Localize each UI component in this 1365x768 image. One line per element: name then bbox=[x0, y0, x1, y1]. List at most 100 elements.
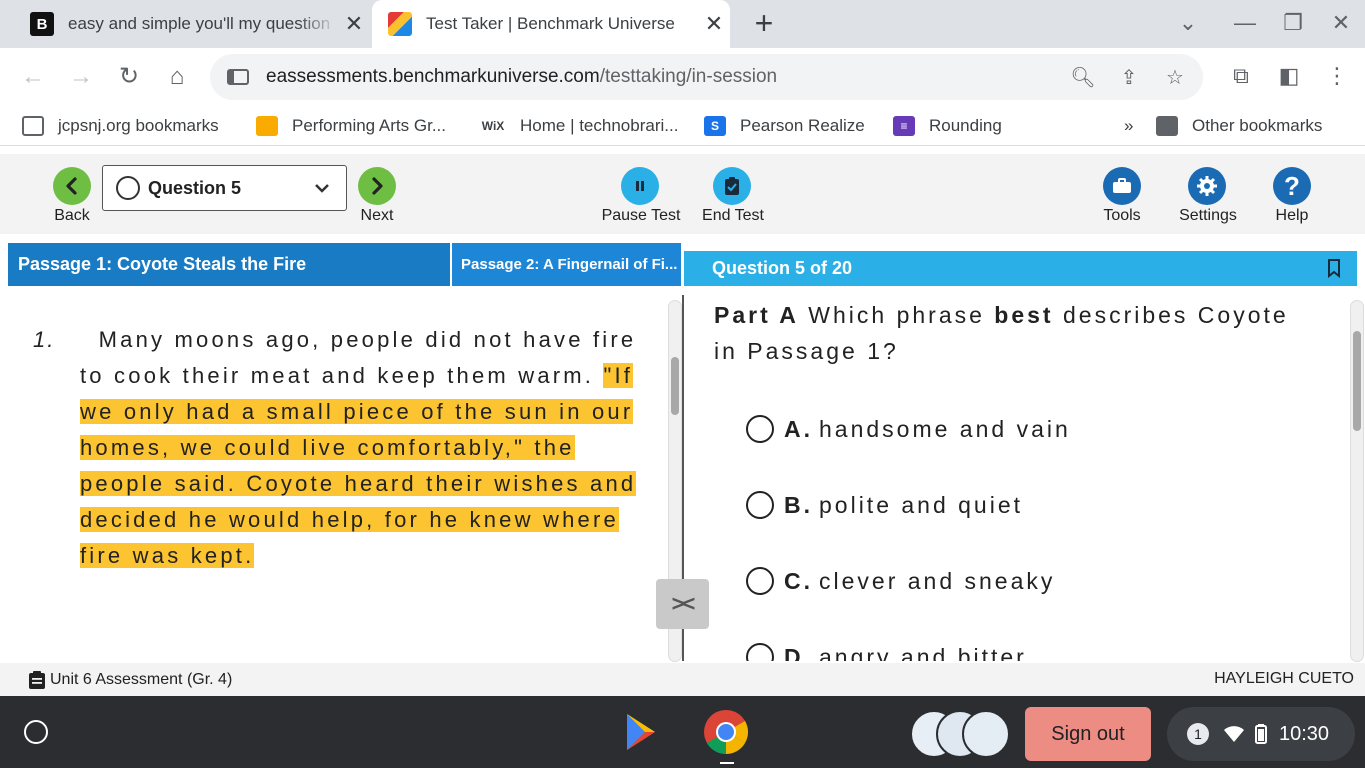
passage-tab-1[interactable]: Passage 1: Coyote Steals the Fire bbox=[8, 243, 450, 286]
classroom-icon bbox=[256, 116, 278, 136]
notification-count-badge: 1 bbox=[1187, 723, 1209, 745]
tools-label: Tools bbox=[1103, 207, 1141, 224]
passage-scrollbar-thumb[interactable] bbox=[671, 357, 679, 415]
kebab-menu-icon[interactable]: ⋮ bbox=[1323, 62, 1351, 90]
bookmark-item[interactable]: ≡ Rounding bbox=[893, 114, 1002, 138]
forward-arrow-icon[interactable]: → bbox=[66, 62, 96, 92]
chevron-down-icon bbox=[315, 184, 329, 193]
end-test-button[interactable] bbox=[713, 167, 751, 205]
back-label: Back bbox=[54, 207, 90, 224]
bookmark-star-icon[interactable]: ☆ bbox=[1161, 64, 1189, 92]
help-label: Help bbox=[1275, 207, 1309, 224]
answer-option-d[interactable]: D. angry and bitter bbox=[746, 643, 1027, 661]
bookmarks-overflow-chevron-icon[interactable]: » bbox=[1124, 114, 1133, 138]
bookmark-flag-icon[interactable] bbox=[1327, 259, 1341, 278]
folder-icon bbox=[1156, 116, 1178, 136]
assessment-name: Unit 6 Assessment (Gr. 4) bbox=[50, 671, 233, 688]
reload-icon[interactable]: ↻ bbox=[114, 62, 144, 92]
share-icon[interactable]: ⇪ bbox=[1115, 64, 1143, 92]
chrome-icon[interactable] bbox=[702, 708, 750, 756]
passage-tab-2[interactable]: Passage 2: A Fingernail of Fi... bbox=[452, 243, 681, 286]
passage-paragraph: Many moons ago, people did not have fire… bbox=[80, 322, 645, 574]
browser-tab-active[interactable]: Test Taker | Benchmark Universe ✕ bbox=[372, 0, 730, 48]
restore-icon[interactable]: ❐ bbox=[1279, 10, 1307, 36]
radio-button[interactable] bbox=[746, 643, 774, 661]
home-icon[interactable]: ⌂ bbox=[162, 62, 192, 92]
os-shelf: Sign out 1 10:30 bbox=[0, 696, 1365, 768]
bookmarks-bar: jcpsnj.org bookmarks Performing Arts Gr.… bbox=[0, 106, 1365, 146]
bookmark-item[interactable]: S Pearson Realize bbox=[704, 114, 865, 138]
settings-label: Settings bbox=[1179, 207, 1237, 224]
next-label: Next bbox=[360, 207, 394, 224]
passage-highlighted-text[interactable]: "If we only had a small piece of the sun… bbox=[80, 363, 637, 568]
question-mark-icon: ? bbox=[1284, 170, 1300, 201]
browser-toolbar: ← → ↻ ⌂ eassessments.benchmarkuniverse.c… bbox=[0, 48, 1365, 106]
zoom-icon[interactable]: 🔍︎ bbox=[1069, 64, 1097, 92]
answer-option-b[interactable]: B. polite and quiet bbox=[746, 491, 1023, 519]
play-store-icon[interactable] bbox=[617, 708, 665, 756]
next-button[interactable] bbox=[358, 167, 396, 205]
clipboard-icon bbox=[29, 671, 45, 689]
minimize-icon[interactable]: — bbox=[1231, 10, 1259, 36]
window-thumbnail[interactable] bbox=[962, 710, 1010, 758]
student-name: HAYLEIGH CUETO bbox=[1214, 670, 1354, 687]
question-header: Question 5 of 20 bbox=[684, 251, 1357, 286]
launcher-icon[interactable] bbox=[24, 720, 48, 744]
tab-close-icon[interactable]: ✕ bbox=[338, 11, 370, 37]
briefcase-icon bbox=[1113, 178, 1131, 193]
active-app-indicator bbox=[720, 762, 734, 764]
question-scrollbar[interactable] bbox=[1350, 300, 1364, 662]
chevron-right-icon bbox=[372, 177, 383, 195]
clock-time: 10:30 bbox=[1279, 722, 1330, 745]
question-selector[interactable]: Question 5 bbox=[102, 165, 347, 211]
side-panel-icon[interactable]: ◧ bbox=[1275, 62, 1303, 90]
status-bar: Unit 6 Assessment (Gr. 4) HAYLEIGH CUETO bbox=[0, 663, 1365, 696]
brainly-favicon-icon: B bbox=[30, 12, 54, 36]
pause-icon bbox=[636, 181, 644, 191]
bookmark-item[interactable]: Performing Arts Gr... bbox=[256, 114, 446, 138]
radio-button[interactable] bbox=[746, 567, 774, 595]
tab-title: Test Taker | Benchmark Universe bbox=[426, 14, 675, 33]
back-arrow-icon[interactable]: ← bbox=[18, 62, 48, 92]
question-status-ring-icon bbox=[116, 176, 140, 200]
back-button[interactable] bbox=[53, 167, 91, 205]
pause-test-label: Pause Test bbox=[601, 207, 681, 224]
gear-icon bbox=[1197, 176, 1217, 196]
question-panel: Part A Which phrase best describes Coyot… bbox=[690, 295, 1348, 661]
tab-title: easy and simple you'll my question bbox=[68, 14, 331, 33]
window-thumbnails[interactable] bbox=[906, 710, 1012, 758]
paragraph-number: 1. bbox=[33, 327, 56, 352]
status-tray[interactable]: 1 10:30 bbox=[1167, 707, 1355, 761]
tools-button[interactable] bbox=[1103, 167, 1141, 205]
passage-text: Many moons ago, people did not have fire… bbox=[80, 327, 646, 388]
new-tab-button[interactable]: + bbox=[748, 7, 780, 40]
answer-option-a[interactable]: A. handsome and vain bbox=[746, 415, 1071, 443]
radio-button[interactable] bbox=[746, 415, 774, 443]
wifi-icon bbox=[1224, 726, 1244, 742]
site-info-icon[interactable] bbox=[226, 67, 250, 87]
bookmark-item[interactable]: WiX Home | technobrari... bbox=[480, 114, 679, 138]
passage-panel: 1. Many moons ago, people did not have f… bbox=[8, 295, 668, 661]
chevron-left-icon bbox=[66, 177, 77, 195]
wix-icon: WiX bbox=[481, 119, 505, 133]
question-header-title: Question 5 of 20 bbox=[712, 258, 853, 278]
battery-icon bbox=[1255, 724, 1267, 744]
answer-option-c[interactable]: C. clever and sneaky bbox=[746, 567, 1055, 595]
list-icon: ≡ bbox=[893, 116, 915, 136]
help-button[interactable]: ? bbox=[1273, 167, 1311, 205]
address-bar[interactable]: eassessments.benchmarkuniverse.com/testt… bbox=[210, 54, 1203, 100]
extensions-puzzle-icon[interactable]: ⧉ bbox=[1227, 62, 1255, 90]
tab-close-icon[interactable]: ✕ bbox=[698, 11, 730, 37]
radio-button[interactable] bbox=[746, 491, 774, 519]
browser-tab-inactive[interactable]: B easy and simple you'll my question ✕ bbox=[14, 0, 370, 48]
settings-button[interactable] bbox=[1188, 167, 1226, 205]
sign-out-button[interactable]: Sign out bbox=[1025, 707, 1151, 761]
question-scrollbar-thumb[interactable] bbox=[1353, 331, 1361, 431]
bookmark-item[interactable]: jcpsnj.org bookmarks bbox=[22, 114, 219, 138]
tab-search-chevron-icon[interactable]: ⌄ bbox=[1174, 10, 1202, 36]
pause-test-button[interactable] bbox=[621, 167, 659, 205]
window-close-icon[interactable]: ✕ bbox=[1327, 10, 1355, 36]
other-bookmarks[interactable]: Other bookmarks bbox=[1156, 114, 1322, 138]
url-text: eassessments.benchmarkuniverse.com/testt… bbox=[266, 66, 778, 87]
benchmark-favicon-icon bbox=[388, 12, 412, 36]
